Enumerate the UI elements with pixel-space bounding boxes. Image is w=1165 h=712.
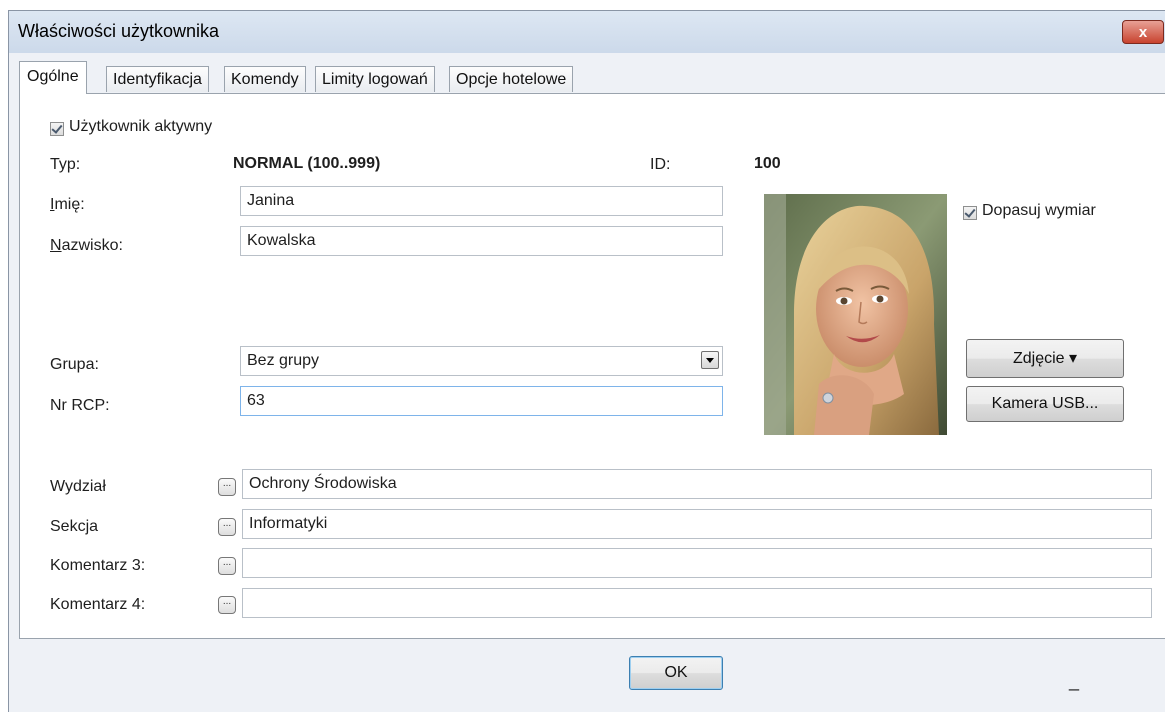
last-name-label: Nazwisko: xyxy=(50,237,123,254)
minimize-marker: _ xyxy=(1069,671,1080,691)
comment-label-4: Komentarz 4: xyxy=(50,596,146,613)
portrait-image xyxy=(764,194,947,435)
tab-general[interactable]: Ogólne xyxy=(19,61,87,94)
first-name-label: Imię: xyxy=(50,196,85,213)
close-icon: x xyxy=(1138,23,1148,41)
tab-login-limits[interactable]: Limity logowań xyxy=(315,66,435,92)
last-name-field[interactable]: Kowalska xyxy=(240,226,723,256)
active-checkbox-label: Użytkownik aktywny xyxy=(69,118,213,135)
tab-identification[interactable]: Identyfikacja xyxy=(106,66,209,92)
group-label: Grupa: xyxy=(50,356,99,373)
window-title: Właściwości użytkownika xyxy=(18,21,220,41)
fit-size-label: Dopasuj wymiar xyxy=(982,202,1096,219)
id-value: 100 xyxy=(754,155,781,172)
rcp-label: Nr RCP: xyxy=(50,397,110,414)
comment-label-section: Sekcja xyxy=(50,518,99,535)
tab-hotel-options[interactable]: Opcje hotelowe xyxy=(449,66,574,92)
comment-browse-button-section[interactable]: ... xyxy=(218,518,236,536)
tab-commands[interactable]: Komendy xyxy=(224,66,306,92)
rcp-field[interactable]: 63 xyxy=(240,386,723,416)
close-button[interactable]: x xyxy=(1122,20,1164,44)
ok-button[interactable]: OK xyxy=(629,656,723,690)
usb-camera-button[interactable]: Kamera USB... xyxy=(966,386,1124,422)
type-value: NORMAL (100..999) xyxy=(233,155,381,172)
comment-browse-button-department[interactable]: ... xyxy=(218,478,236,496)
id-label: ID: xyxy=(650,156,671,173)
comment-field-4[interactable] xyxy=(242,588,1152,618)
comment-label-3: Komentarz 3: xyxy=(50,557,146,574)
comment-browse-button-4[interactable]: ... xyxy=(218,596,236,614)
comment-field-department[interactable]: Ochrony Środowiska xyxy=(242,469,1152,499)
group-select[interactable]: Bez grupy xyxy=(240,346,723,376)
comment-label-department: Wydział xyxy=(50,478,106,495)
general-panel: Użytkownik aktywny Typ: NORMAL (100..999… xyxy=(19,93,1165,639)
group-select-value: Bez grupy xyxy=(247,352,320,369)
comment-field-3[interactable] xyxy=(242,548,1152,578)
chevron-down-icon[interactable] xyxy=(701,351,719,369)
type-label: Typ: xyxy=(50,156,81,173)
comment-field-section[interactable]: Informatyki xyxy=(242,509,1152,539)
comment-browse-button-3[interactable]: ... xyxy=(218,557,236,575)
photo-button[interactable]: Zdjęcie ▾ xyxy=(966,339,1124,378)
title-bar: Właściwości użytkownika x xyxy=(9,11,1165,53)
fit-size-checkbox[interactable] xyxy=(963,206,977,220)
dialog-window: Właściwości użytkownika x Ogólne Identyf… xyxy=(8,10,1165,712)
active-checkbox[interactable] xyxy=(50,122,64,136)
user-photo xyxy=(764,194,947,435)
first-name-field[interactable]: Janina xyxy=(240,186,723,216)
